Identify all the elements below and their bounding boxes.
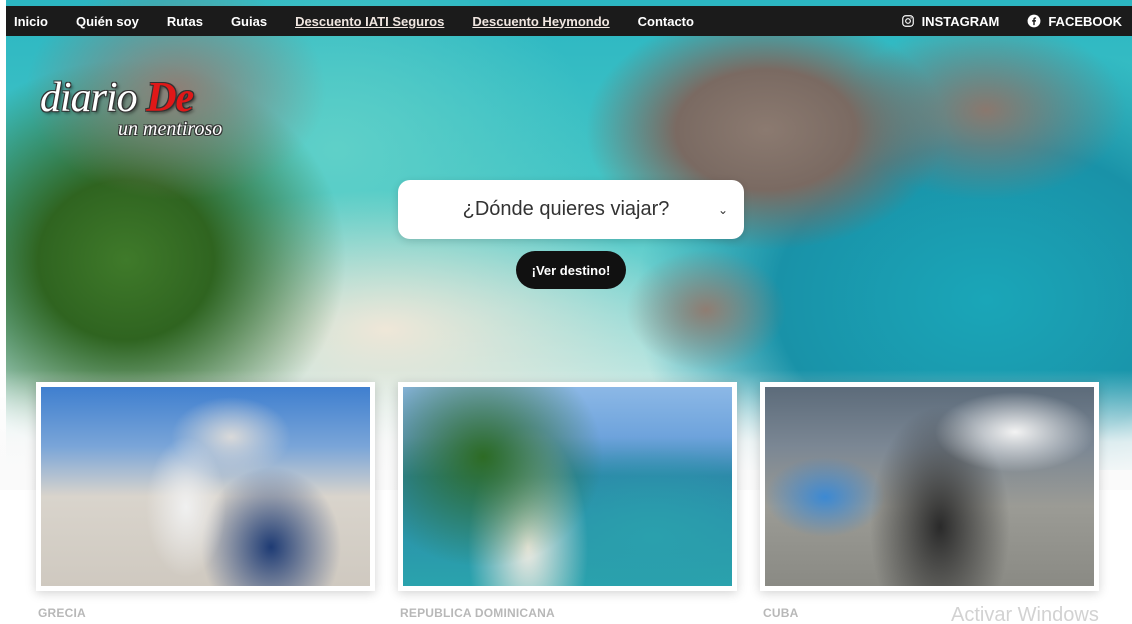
destination-label-cuba[interactable]: CUBA — [763, 606, 798, 620]
nav-item-quien-soy[interactable]: Quién soy — [62, 14, 153, 29]
instagram-label: INSTAGRAM — [921, 13, 1000, 29]
destination-label-republica-dominicana[interactable]: REPUBLICA DOMINICANA — [400, 606, 555, 620]
nav-item-guias[interactable]: Guias — [217, 14, 281, 29]
nav-menu: Inicio Quién soy Rutas Guias Descuento I… — [6, 6, 708, 36]
destination-select[interactable]: ¿Dónde quieres viajar? ⌄ — [398, 180, 744, 239]
instagram-icon — [901, 15, 914, 27]
nav-item-descuento-iati[interactable]: Descuento IATI Seguros — [281, 14, 458, 29]
view-destination-button[interactable]: ¡Ver destino! — [516, 251, 626, 289]
nav-item-descuento-heymondo[interactable]: Descuento Heymondo — [458, 14, 623, 29]
instagram-link[interactable]: INSTAGRAM — [883, 14, 1010, 29]
destination-photo — [41, 387, 370, 586]
destination-card-cuba[interactable] — [760, 382, 1099, 591]
logo-title: diario De — [40, 74, 194, 122]
destination-label-grecia[interactable]: GRECIA — [38, 606, 86, 620]
social-links: INSTAGRAM FACEBOOK — [883, 6, 1132, 36]
destination-card-republica-dominicana[interactable] — [398, 382, 737, 591]
facebook-label: FACEBOOK — [1048, 13, 1122, 29]
facebook-icon — [1027, 14, 1041, 28]
nav-item-contacto[interactable]: Contacto — [624, 14, 708, 29]
facebook-link[interactable]: FACEBOOK — [1009, 14, 1132, 29]
logo-main-text: diario — [40, 75, 147, 121]
destination-photo — [403, 387, 732, 586]
destination-photo — [765, 387, 1094, 586]
nav-item-inicio[interactable]: Inicio — [6, 14, 62, 29]
logo-subtitle: un mentiroso — [118, 118, 223, 140]
windows-activation-watermark: Activar Windows — [951, 604, 1099, 624]
logo-accent-text: De — [146, 75, 194, 121]
site-logo[interactable]: diario De un mentiroso — [40, 74, 270, 144]
nav-item-rutas[interactable]: Rutas — [153, 14, 217, 29]
chevron-down-icon: ⌄ — [717, 202, 729, 217]
destination-select-value: ¿Dónde quieres viajar? — [462, 198, 670, 220]
top-navigation: Inicio Quién soy Rutas Guias Descuento I… — [6, 6, 1132, 36]
destination-card-grecia[interactable] — [36, 382, 375, 591]
